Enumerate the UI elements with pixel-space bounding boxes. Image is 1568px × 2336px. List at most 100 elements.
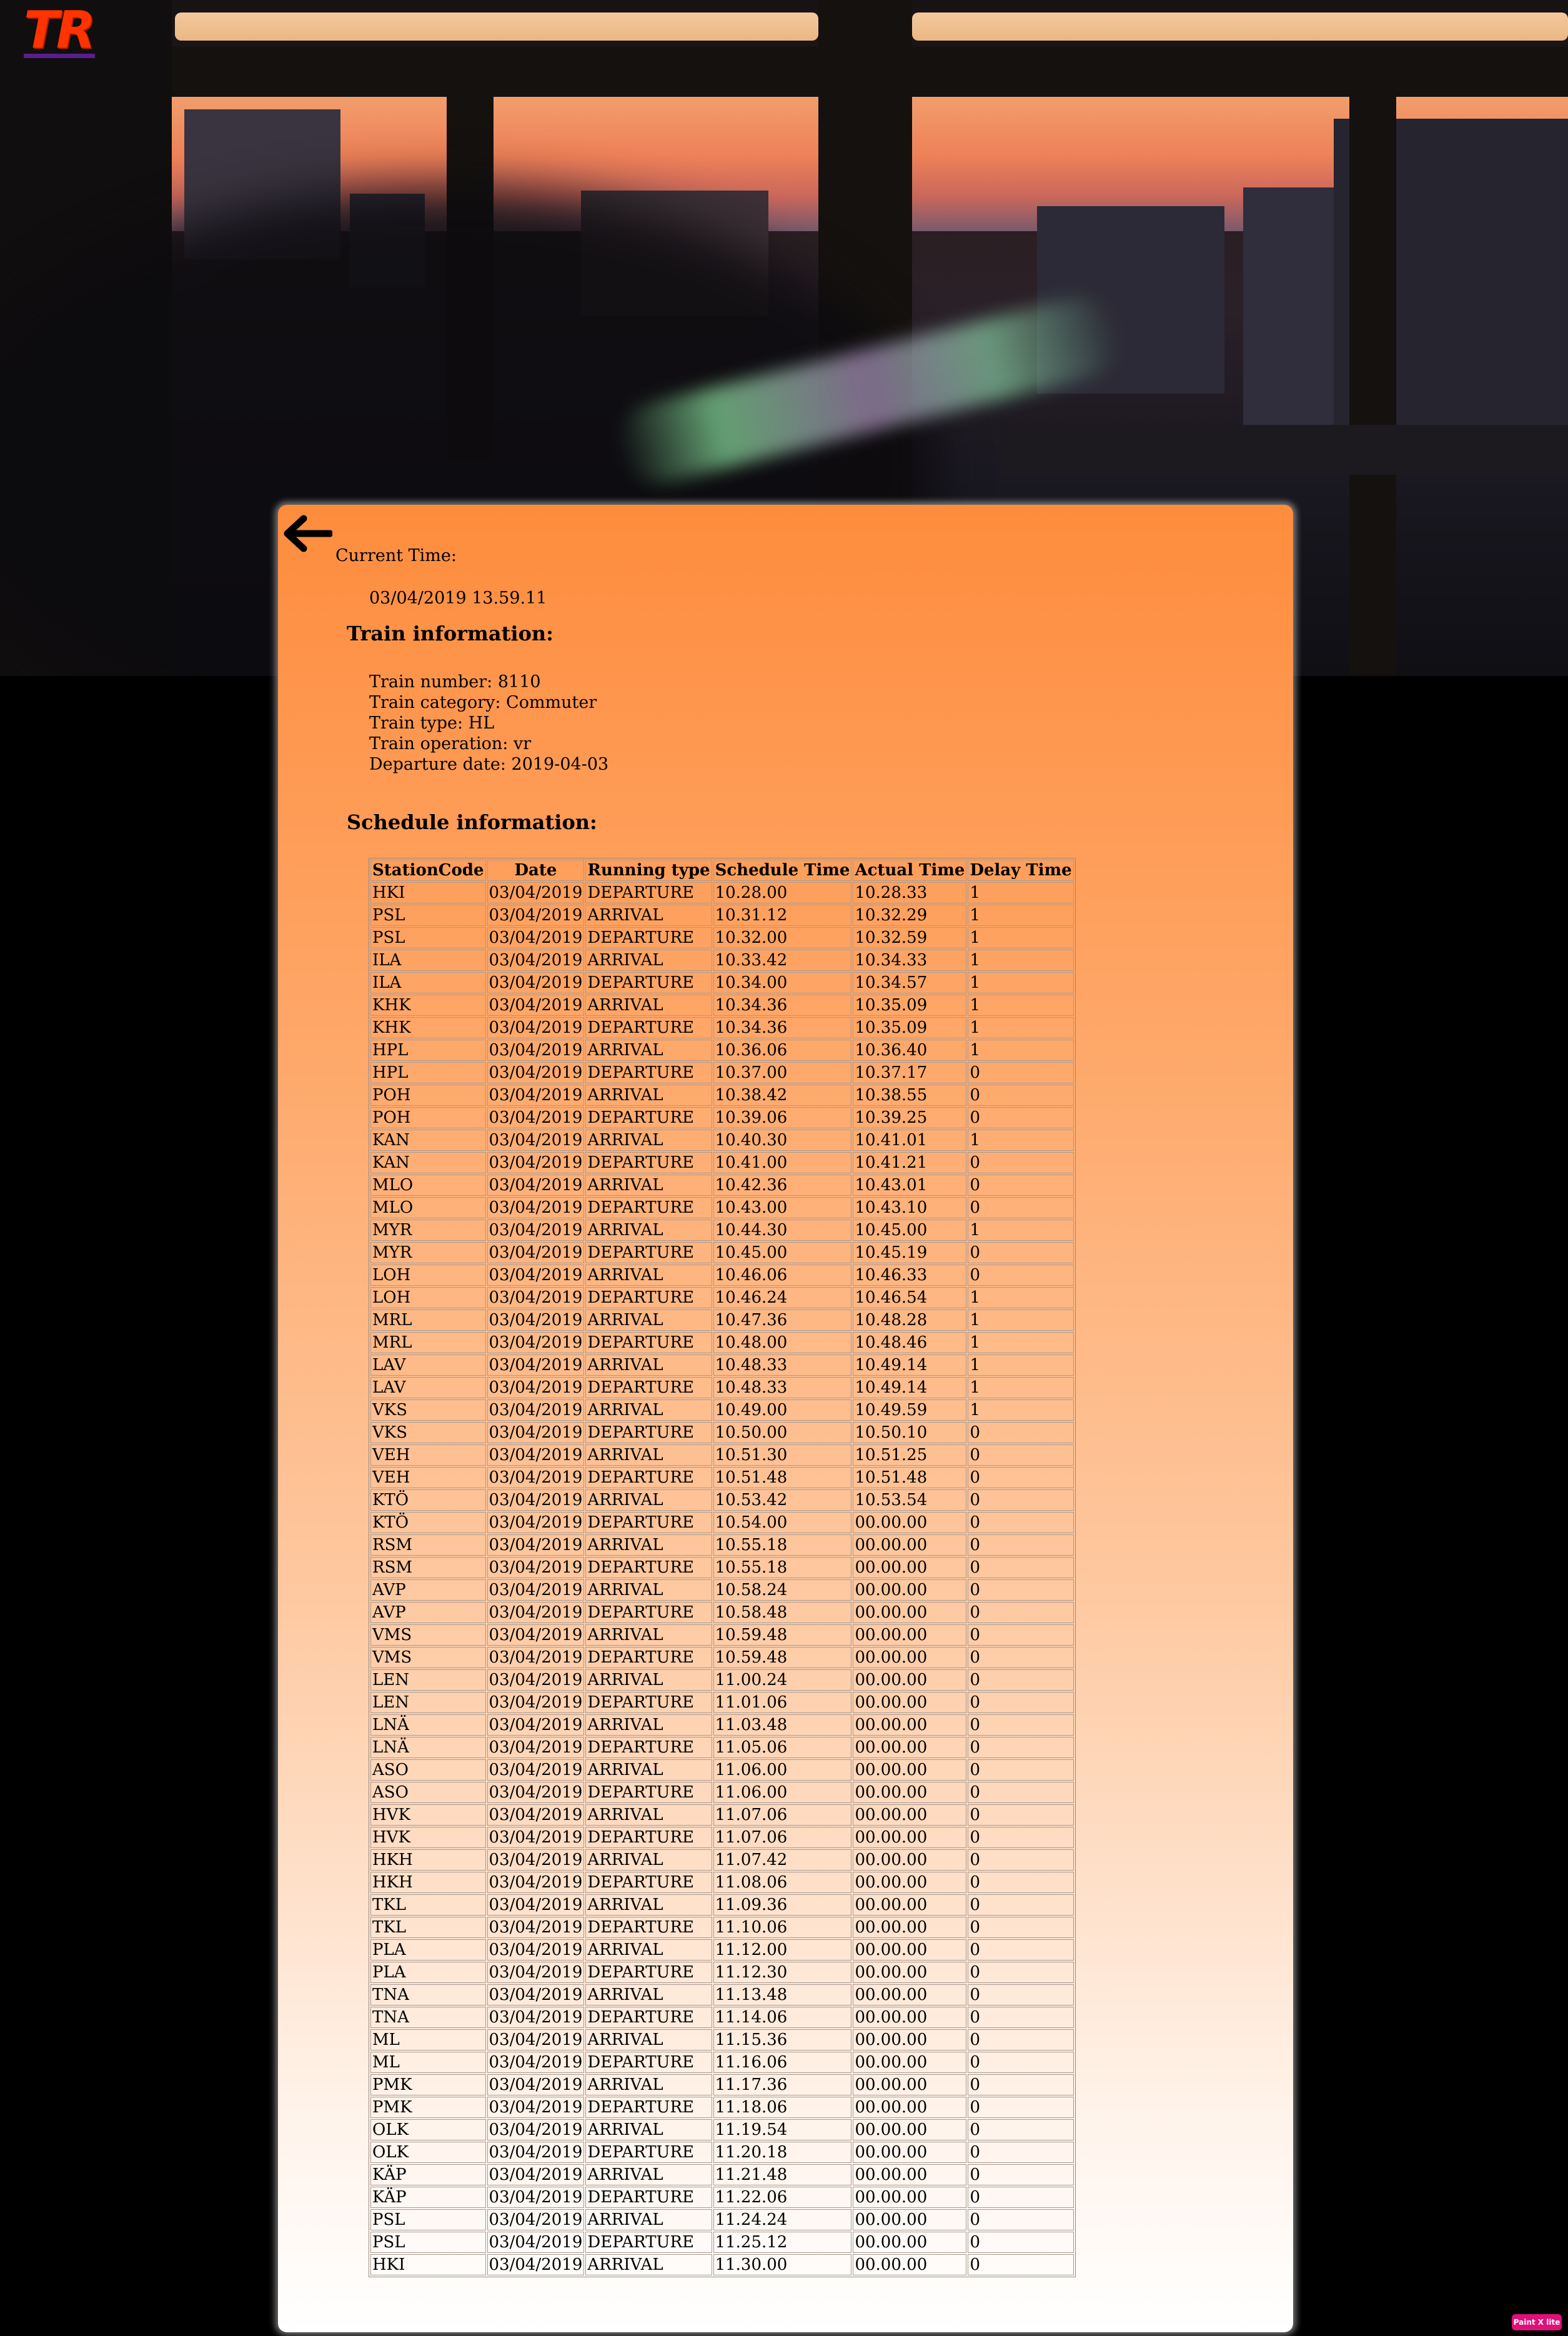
table-cell: 03/04/2019: [487, 1827, 585, 1848]
table-cell: 11.09.36: [713, 1894, 852, 1916]
table-cell: 11.14.06: [713, 2007, 852, 2028]
table-cell: 10.43.00: [713, 1197, 852, 1218]
table-cell: 1: [968, 1220, 1074, 1241]
site-logo[interactable]: TR: [24, 5, 96, 56]
table-row: HPL 03/04/2019 ARRIVAL 10.36.06 10.36.40 1: [370, 1040, 1074, 1061]
paint-badge[interactable]: Paint X lite: [1512, 2314, 1562, 2330]
table-cell: 00.00.00: [853, 2052, 967, 2073]
table-row: RSM 03/04/2019 ARRIVAL 10.55.18 00.00.00 0: [370, 1534, 1074, 1556]
table-cell: 03/04/2019: [487, 2142, 585, 2163]
table-cell: 10.32.59: [853, 927, 967, 948]
table-cell: 03/04/2019: [487, 1759, 585, 1781]
table-cell: PMK: [370, 2097, 486, 2118]
table-row: HPL 03/04/2019 DEPARTURE 10.37.00 10.37.17 0: [370, 1062, 1074, 1083]
table-row: MRL 03/04/2019 DEPARTURE 10.48.00 10.48.46 1: [370, 1332, 1074, 1353]
table-cell: DEPARTURE: [585, 1962, 712, 1983]
table-cell: 00.00.00: [853, 2187, 967, 2208]
table-cell: 03/04/2019: [487, 2074, 585, 2095]
table-cell: 11.24.24: [713, 2209, 852, 2230]
table-cell: ML: [370, 2052, 486, 2073]
table-cell: PLA: [370, 1962, 486, 1983]
table-cell: 0: [968, 2142, 1074, 2163]
table-cell: 03/04/2019: [487, 2029, 585, 2050]
schedule-table-body: HKI 03/04/2019 DEPARTURE 10.28.00 10.28.33 1 P…: [370, 882, 1074, 2275]
table-cell: 10.34.57: [853, 972, 967, 993]
table-row: HKI 03/04/2019 ARRIVAL 11.30.00 00.00.00 0: [370, 2254, 1074, 2275]
train-category: Train category: Commuter: [369, 693, 597, 712]
table-cell: 03/04/2019: [487, 1265, 585, 1286]
table-cell: 0: [968, 1624, 1074, 1646]
table-cell: ARRIVAL: [585, 1444, 712, 1466]
table-cell: 0: [968, 1467, 1074, 1488]
table-cell: 10.36.40: [853, 1040, 967, 1061]
table-cell: 0: [968, 1759, 1074, 1781]
table-cell: LNÄ: [370, 1737, 486, 1758]
table-cell: KTÖ: [370, 1489, 486, 1511]
table-cell: LEN: [370, 1669, 486, 1691]
table-cell: 03/04/2019: [487, 1512, 585, 1533]
table-cell: 0: [968, 1579, 1074, 1601]
table-cell: ILA: [370, 950, 486, 971]
table-cell: DEPARTURE: [585, 2097, 712, 2118]
table-cell: 11.30.00: [713, 2254, 852, 2275]
arrow-left-icon[interactable]: [281, 515, 332, 552]
table-cell: 10.36.06: [713, 1040, 852, 1061]
table-cell: LOH: [370, 1287, 486, 1308]
table-cell: 03/04/2019: [487, 995, 585, 1016]
table-cell: VEH: [370, 1444, 486, 1466]
table-cell: DEPARTURE: [585, 882, 712, 903]
table-cell: ARRIVAL: [585, 1984, 712, 2005]
table-cell: 03/04/2019: [487, 1714, 585, 1736]
table-cell: VEH: [370, 1467, 486, 1488]
table-cell: 11.12.30: [713, 1962, 852, 1983]
table-cell: 03/04/2019: [487, 1175, 585, 1196]
table-cell: 03/04/2019: [487, 1894, 585, 1916]
table-cell: TKL: [370, 1894, 486, 1916]
table-cell: 03/04/2019: [487, 1489, 585, 1511]
table-cell: DEPARTURE: [585, 1557, 712, 1578]
table-cell: TNA: [370, 2007, 486, 2028]
table-row: VKS 03/04/2019 DEPARTURE 10.50.00 10.50.10 0: [370, 1422, 1074, 1443]
table-row: PSL 03/04/2019 ARRIVAL 11.24.24 00.00.00 0: [370, 2209, 1074, 2230]
table-cell: HKH: [370, 1849, 486, 1871]
table-cell: 0: [968, 1534, 1074, 1556]
table-row: LOH 03/04/2019 ARRIVAL 10.46.06 10.46.33 0: [370, 1265, 1074, 1286]
table-cell: VMS: [370, 1647, 486, 1668]
table-cell: 11.03.48: [713, 1714, 852, 1736]
table-cell: MYR: [370, 1220, 486, 1241]
table-row: TKL 03/04/2019 DEPARTURE 11.10.06 00.00.00 0: [370, 1917, 1074, 1938]
table-cell: 00.00.00: [853, 2209, 967, 2230]
table-cell: 03/04/2019: [487, 1692, 585, 1713]
table-header-row: StationCode Date Running type Schedule T…: [370, 860, 1074, 881]
table-cell: HVK: [370, 1804, 486, 1826]
table-cell: PSL: [370, 927, 486, 948]
table-cell: 00.00.00: [853, 1804, 967, 1826]
table-cell: DEPARTURE: [585, 1017, 712, 1038]
table-cell: DEPARTURE: [585, 1107, 712, 1128]
table-cell: DEPARTURE: [585, 1287, 712, 1308]
table-cell: ARRIVAL: [585, 2209, 712, 2230]
table-row: KHK 03/04/2019 ARRIVAL 10.34.36 10.35.09 1: [370, 995, 1074, 1016]
table-cell: DEPARTURE: [585, 1197, 712, 1218]
table-cell: 10.49.14: [853, 1354, 967, 1376]
table-cell: PSL: [370, 2232, 486, 2253]
table-cell: DEPARTURE: [585, 1647, 712, 1668]
table-cell: 00.00.00: [853, 1647, 967, 1668]
table-cell: DEPARTURE: [585, 2142, 712, 2163]
table-cell: DEPARTURE: [585, 1242, 712, 1263]
table-cell: KHK: [370, 995, 486, 1016]
table-cell: 1: [968, 995, 1074, 1016]
table-cell: 03/04/2019: [487, 1332, 585, 1353]
table-cell: 10.43.10: [853, 1197, 967, 1218]
table-cell: 10.46.33: [853, 1265, 967, 1286]
table-cell: 10.53.42: [713, 1489, 852, 1511]
table-row: TNA 03/04/2019 ARRIVAL 11.13.48 00.00.00 0: [370, 1984, 1074, 2005]
table-cell: DEPARTURE: [585, 927, 712, 948]
table-row: OLK 03/04/2019 DEPARTURE 11.20.18 00.00.00 0: [370, 2142, 1074, 2163]
table-cell: HKI: [370, 882, 486, 903]
table-cell: 0: [968, 2164, 1074, 2185]
table-row: TNA 03/04/2019 DEPARTURE 11.14.06 00.00.00 0: [370, 2007, 1074, 2028]
table-cell: ARRIVAL: [585, 1534, 712, 1556]
table-cell: 10.50.00: [713, 1422, 852, 1443]
table-cell: 03/04/2019: [487, 1152, 585, 1173]
